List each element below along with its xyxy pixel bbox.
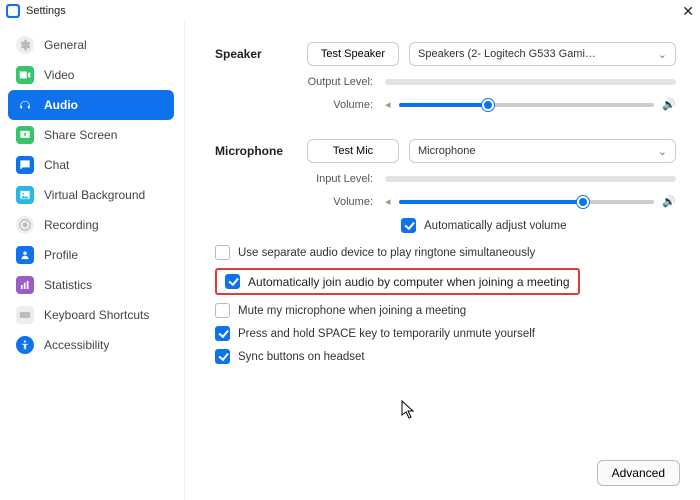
close-icon[interactable]: ✕ [682, 3, 694, 20]
sidebar-item-profile[interactable]: Profile [8, 240, 174, 270]
separate-ringtone-checkbox[interactable] [215, 245, 230, 260]
input-level-label: Input Level: [215, 173, 385, 185]
zoom-app-icon [6, 4, 20, 18]
accessibility-icon [16, 336, 34, 354]
sync-headset-label: Sync buttons on headset [238, 351, 365, 363]
share-screen-icon [16, 126, 34, 144]
sync-headset-checkbox[interactable] [215, 349, 230, 364]
sidebar-item-label: Statistics [44, 278, 92, 292]
chat-icon [16, 156, 34, 174]
sidebar-item-virtual-background[interactable]: Virtual Background [8, 180, 174, 210]
sidebar-item-label: Keyboard Shortcuts [44, 308, 149, 322]
speaker-volume-slider[interactable] [399, 103, 655, 107]
advanced-button[interactable]: Advanced [597, 460, 680, 486]
gear-icon [16, 36, 34, 54]
headphones-icon [16, 96, 34, 114]
output-level-meter [385, 79, 676, 85]
speaker-volume-label: Volume: [215, 99, 385, 111]
title-bar: Settings ✕ [0, 0, 700, 22]
image-icon [16, 186, 34, 204]
mic-device-value: Microphone [418, 145, 475, 157]
auto-join-audio-label: Automatically join audio by computer whe… [248, 275, 570, 289]
stats-icon [16, 276, 34, 294]
profile-icon [16, 246, 34, 264]
sidebar-item-general[interactable]: General [8, 30, 174, 60]
speaker-device-value: Speakers (2- Logitech G533 Gami… [418, 48, 596, 60]
volume-high-icon: 🔊 [662, 98, 676, 111]
sidebar-item-recording[interactable]: Recording [8, 210, 174, 240]
mic-volume-label: Volume: [215, 196, 385, 208]
microphone-heading: Microphone [215, 144, 307, 158]
sidebar-item-share-screen[interactable]: Share Screen [8, 120, 174, 150]
mic-device-select[interactable]: Microphone ⌄ [409, 139, 676, 163]
auto-join-audio-checkbox[interactable] [225, 274, 240, 289]
sidebar-item-label: Share Screen [44, 128, 117, 142]
speaker-heading: Speaker [215, 47, 307, 61]
speaker-device-select[interactable]: Speakers (2- Logitech G533 Gami… ⌄ [409, 42, 676, 66]
video-icon [16, 66, 34, 84]
sidebar-item-label: Recording [44, 218, 99, 232]
sidebar-item-label: Virtual Background [44, 188, 145, 202]
test-speaker-button[interactable]: Test Speaker [307, 42, 399, 66]
keyboard-icon [16, 306, 34, 324]
mute-on-join-label: Mute my microphone when joining a meetin… [238, 305, 466, 317]
sidebar-item-label: Chat [44, 158, 69, 172]
window-title: Settings [26, 5, 66, 17]
test-mic-button[interactable]: Test Mic [307, 139, 399, 163]
sidebar-item-keyboard-shortcuts[interactable]: Keyboard Shortcuts [8, 300, 174, 330]
cursor-icon [401, 400, 417, 420]
sidebar-item-label: Accessibility [44, 338, 109, 352]
sidebar-item-label: Profile [44, 248, 78, 262]
chevron-down-icon: ⌄ [658, 48, 667, 61]
auto-adjust-volume-label: Automatically adjust volume [424, 220, 567, 232]
sidebar-item-label: Video [44, 68, 74, 82]
space-unmute-checkbox[interactable] [215, 326, 230, 341]
sidebar-item-audio[interactable]: Audio [8, 90, 174, 120]
settings-sidebar: General Video Audio Share Screen Chat [0, 22, 185, 500]
mute-on-join-checkbox[interactable] [215, 303, 230, 318]
highlight-auto-join: Automatically join audio by computer whe… [215, 268, 580, 295]
sidebar-item-video[interactable]: Video [8, 60, 174, 90]
sidebar-item-chat[interactable]: Chat [8, 150, 174, 180]
auto-adjust-volume-checkbox[interactable] [401, 218, 416, 233]
sidebar-item-label: General [44, 38, 87, 52]
input-level-meter [385, 176, 676, 182]
separate-ringtone-label: Use separate audio device to play ringto… [238, 247, 535, 259]
mic-volume-slider[interactable] [399, 200, 655, 204]
sidebar-item-label: Audio [44, 98, 78, 112]
chevron-down-icon: ⌄ [658, 145, 667, 158]
sidebar-item-statistics[interactable]: Statistics [8, 270, 174, 300]
record-icon [16, 216, 34, 234]
output-level-label: Output Level: [215, 76, 385, 88]
settings-panel-audio: Speaker Test Speaker Speakers (2- Logite… [185, 22, 700, 500]
space-unmute-label: Press and hold SPACE key to temporarily … [238, 328, 535, 340]
volume-high-icon: 🔊 [662, 195, 676, 208]
sidebar-item-accessibility[interactable]: Accessibility [8, 330, 174, 360]
